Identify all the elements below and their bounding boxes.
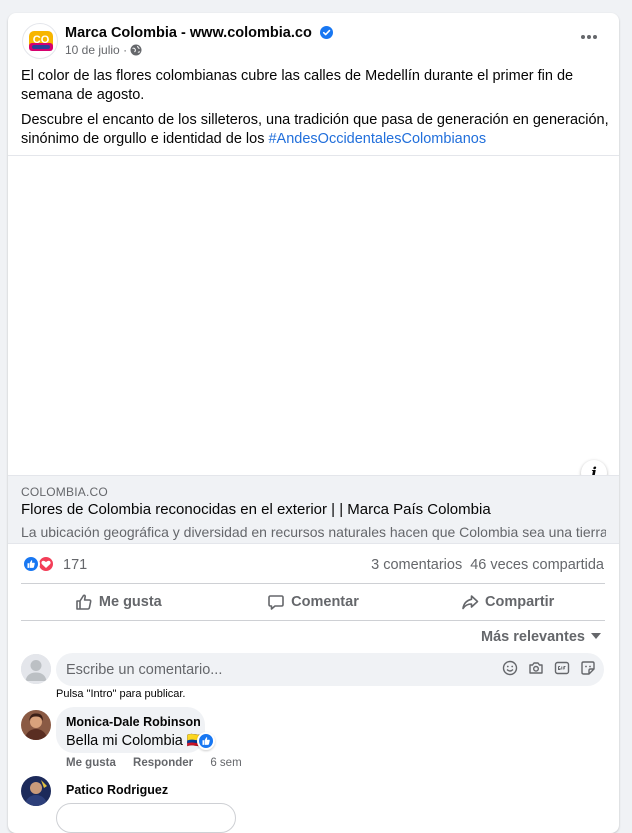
comment-author-avatar[interactable] <box>21 710 51 740</box>
post-meta: 10 de julio · <box>65 43 142 57</box>
sort-label: Más relevantes <box>481 629 585 645</box>
comments-count[interactable]: 3 comentarios <box>371 557 462 573</box>
logo-text: CO <box>33 34 50 46</box>
post-card: CO Marca Colombia - www.colombia.co 10 d… <box>8 13 619 833</box>
current-user-avatar[interactable] <box>21 654 51 684</box>
action-bar: Me gusta Comentar Compartir <box>21 584 605 620</box>
link-preview-card[interactable]: COLOMBIA.CO Flores de Colombia reconocid… <box>8 475 619 544</box>
publish-hint: Pulsa "Intro" para publicar. <box>56 688 186 700</box>
comment-like-badge-icon[interactable] <box>197 732 215 750</box>
post-date[interactable]: 10 de julio <box>65 43 120 57</box>
comment-author-name[interactable]: Patico Rodriguez <box>66 783 168 797</box>
comment-actions: Me gusta Responder 6 sem <box>66 757 256 769</box>
shares-count[interactable]: 46 veces compartida <box>470 557 604 573</box>
camera-icon[interactable] <box>528 660 544 678</box>
page-name-link[interactable]: Marca Colombia - www.colombia.co <box>65 25 333 41</box>
divider-bottom <box>21 620 605 621</box>
post-header: CO Marca Colombia - www.colombia.co 10 d… <box>8 13 619 65</box>
user-photo-icon <box>21 776 51 806</box>
post-paragraph-2: Descubre el encanto de los silleteros, u… <box>21 111 611 149</box>
engagement-stats: 3 comentarios 46 veces compartida <box>371 557 604 573</box>
composer-icons <box>492 660 596 678</box>
link-preview-image[interactable] <box>8 155 619 475</box>
caret-down-icon <box>591 633 601 639</box>
marca-colombia-logo: CO <box>29 31 53 51</box>
default-user-icon <box>21 654 51 684</box>
post-text: El color de las flores colombianas cubre… <box>21 67 611 155</box>
reaction-count[interactable]: 171 <box>63 557 87 573</box>
user-photo-icon <box>21 710 51 740</box>
comment-sort-dropdown[interactable]: Más relevantes <box>481 629 601 645</box>
thumbs-up-icon <box>76 594 92 610</box>
comment-input[interactable] <box>66 653 486 686</box>
verified-badge-icon <box>319 26 333 39</box>
comment-author-name[interactable]: Monica-Dale Robinson <box>66 715 201 729</box>
link-description: La ubicación geográfica y diversidad en … <box>21 524 606 540</box>
like-reaction-icon <box>22 555 40 573</box>
globe-icon[interactable] <box>130 44 142 56</box>
emoji-icon[interactable] <box>502 660 518 678</box>
comment-like-link[interactable]: Me gusta <box>66 757 116 769</box>
comment-icon <box>268 595 284 610</box>
sticker-icon[interactable] <box>580 660 596 678</box>
like-button[interactable]: Me gusta <box>21 584 216 620</box>
hashtag-link[interactable]: #AndesOccidentalesColombianos <box>268 131 486 147</box>
comment-text: Bella mi Colombia 🇨🇴 <box>66 733 205 749</box>
link-title[interactable]: Flores de Colombia reconocidas en el ext… <box>21 501 491 518</box>
link-domain: COLOMBIA.CO <box>21 485 108 499</box>
comment-button-label: Comentar <box>291 594 359 610</box>
share-arrow-icon <box>462 595 479 610</box>
separator-dot: · <box>123 43 131 57</box>
ellipsis-icon <box>581 35 597 39</box>
comment-time[interactable]: 6 sem <box>210 757 241 769</box>
gif-icon[interactable] <box>554 660 570 678</box>
post-paragraph-1: El color de las flores colombianas cubre… <box>21 68 574 103</box>
like-button-label: Me gusta <box>98 594 162 610</box>
share-button[interactable]: Compartir <box>410 584 605 620</box>
comment-button[interactable]: Comentar <box>216 584 411 620</box>
page-name[interactable]: Marca Colombia - www.colombia.co <box>65 25 312 41</box>
comment-composer <box>56 653 604 686</box>
comment-author-avatar[interactable] <box>21 776 51 806</box>
reply-box[interactable] <box>56 803 236 833</box>
more-options-button[interactable] <box>571 27 607 51</box>
share-button-label: Compartir <box>485 594 555 610</box>
comment-bubble: Monica-Dale Robinson Bella mi Colombia 🇨… <box>56 707 205 753</box>
comment-reply-link[interactable]: Responder <box>133 757 193 769</box>
page-avatar[interactable]: CO <box>22 23 58 59</box>
